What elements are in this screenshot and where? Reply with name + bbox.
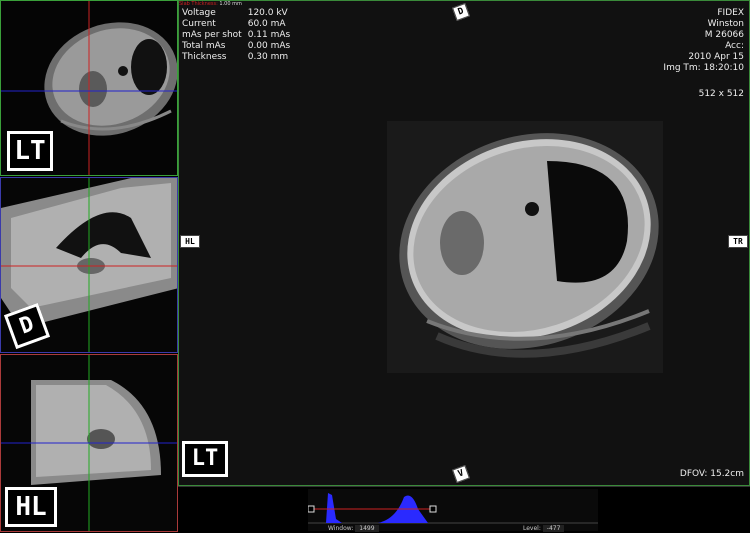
coronal-thumbnail-viewport[interactable]: HL bbox=[0, 354, 178, 532]
main-axial-viewport[interactable]: Slab Thickness: 1.00 mm Voltage 120.0 kV … bbox=[178, 0, 750, 486]
total-mas-value: 0.00 mAs bbox=[247, 41, 291, 51]
bottom-orientation-marker: V bbox=[452, 465, 470, 483]
thickness-value: 0.30 mm bbox=[247, 52, 289, 62]
study-date: 2010 Apr 15 bbox=[688, 52, 744, 62]
dfov-readout: DFOV: 15.2cm bbox=[679, 469, 744, 479]
voltage-label: Voltage bbox=[182, 8, 216, 18]
window-low-handle bbox=[308, 505, 315, 513]
institution-name: FIDEX bbox=[717, 8, 744, 18]
patient-name: Winston bbox=[707, 19, 744, 29]
main-ct-image bbox=[387, 121, 663, 373]
right-orientation-marker: TR bbox=[728, 235, 748, 248]
window-high-handle bbox=[429, 505, 437, 513]
slab-thickness-value: 1.00 mm bbox=[219, 1, 242, 7]
sagittal-thumbnail-viewport[interactable]: D bbox=[0, 177, 178, 353]
slab-thickness-label: Slab Thickness: bbox=[179, 1, 218, 7]
acquisition-info: Voltage 120.0 kV Current 60.0 mA mAs per s… bbox=[182, 8, 296, 63]
coronal-orientation-label: HL bbox=[5, 487, 57, 527]
voltage-value: 120.0 kV bbox=[247, 8, 288, 18]
matrix-size: 512 x 512 bbox=[698, 89, 744, 99]
mas-per-shot-label: mAs per shot bbox=[182, 30, 242, 40]
patient-info: FIDEX Winston M 26066 Acc: 2010 Apr 15 I… bbox=[663, 8, 744, 100]
window-label: Window: bbox=[328, 525, 354, 532]
accession-label: Acc: bbox=[725, 41, 744, 51]
axial-thumbnail-viewport[interactable]: LT bbox=[0, 0, 178, 176]
level-label: Level: bbox=[523, 525, 541, 532]
thickness-label: Thickness bbox=[182, 52, 227, 62]
window-value: 1499 bbox=[355, 525, 379, 532]
patient-sex-id: M 26066 bbox=[704, 30, 744, 40]
window-level-histogram[interactable]: Window: 1499 Level: -477 bbox=[178, 486, 750, 533]
total-mas-label: Total mAs bbox=[182, 41, 226, 51]
current-value: 60.0 mA bbox=[247, 19, 286, 29]
axial-orientation-label: LT bbox=[7, 131, 53, 171]
level-value: -477 bbox=[542, 525, 565, 532]
current-label: Current bbox=[182, 19, 216, 29]
image-time: Img Tm: 18:20:10 bbox=[663, 63, 744, 73]
mas-per-shot-value: 0.11 mAs bbox=[247, 30, 291, 40]
top-orientation-marker: D bbox=[452, 3, 470, 21]
left-orientation-marker: HL bbox=[180, 235, 200, 248]
main-orientation-label: LT bbox=[182, 441, 228, 477]
